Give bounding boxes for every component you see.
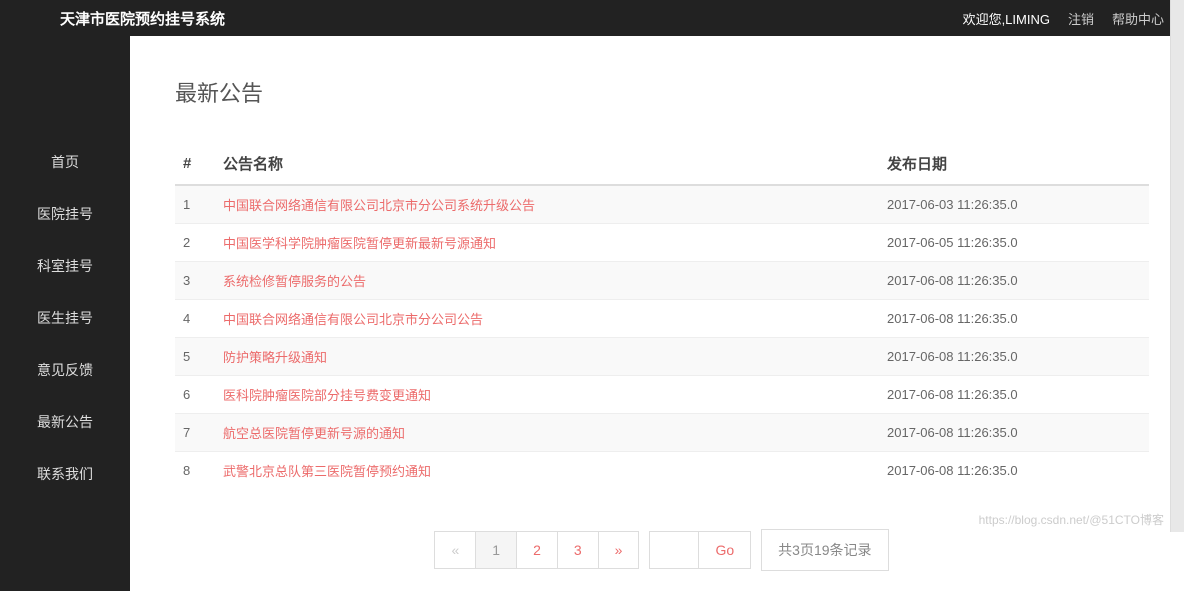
table-row: 1 中国联合网络通信有限公司北京市分公司系统升级公告 2017-06-03 11:2… xyxy=(175,185,1149,224)
announcement-link[interactable]: 航空总医院暂停更新号源的通知 xyxy=(223,426,405,441)
cell-name: 中国联合网络通信有限公司北京市分公司公告 xyxy=(215,300,879,338)
page-1[interactable]: 1 xyxy=(475,531,517,569)
table-row: 3 系统检修暂停服务的公告 2017-06-08 11:26:35.0 xyxy=(175,262,1149,300)
sidebar-item-department[interactable]: 科室挂号 xyxy=(0,240,130,292)
cell-date: 2017-06-08 11:26:35.0 xyxy=(879,452,1149,490)
sidebar-item-feedback[interactable]: 意见反馈 xyxy=(0,344,130,396)
help-link[interactable]: 帮助中心 xyxy=(1112,9,1164,28)
cell-date: 2017-06-08 11:26:35.0 xyxy=(879,376,1149,414)
logout-link[interactable]: 注销 xyxy=(1068,9,1094,28)
sidebar-item-announcement[interactable]: 最新公告 xyxy=(0,396,130,448)
cell-date: 2017-06-08 11:26:35.0 xyxy=(879,300,1149,338)
announcement-link[interactable]: 系统检修暂停服务的公告 xyxy=(223,274,366,289)
announcement-link[interactable]: 中国医学科学院肿瘤医院暂停更新最新号源通知 xyxy=(223,236,496,251)
cell-idx: 6 xyxy=(175,376,215,414)
header: 天津市医院预约挂号系统 欢迎您,LIMING 注销 帮助中心 xyxy=(0,0,1184,36)
cell-idx: 4 xyxy=(175,300,215,338)
sidebar-item-home[interactable]: 首页 xyxy=(0,136,130,188)
sidebar-item-contact[interactable]: 联系我们 xyxy=(0,448,130,500)
cell-name: 航空总医院暂停更新号源的通知 xyxy=(215,414,879,452)
cell-date: 2017-06-08 11:26:35.0 xyxy=(879,338,1149,376)
col-header-name: 公告名称 xyxy=(215,143,879,185)
cell-idx: 3 xyxy=(175,262,215,300)
cell-name: 系统检修暂停服务的公告 xyxy=(215,262,879,300)
announcement-link[interactable]: 医科院肿瘤医院部分挂号费变更通知 xyxy=(223,388,431,403)
table-row: 4 中国联合网络通信有限公司北京市分公司公告 2017-06-08 11:26:35… xyxy=(175,300,1149,338)
cell-date: 2017-06-08 11:26:35.0 xyxy=(879,262,1149,300)
table-row: 6 医科院肿瘤医院部分挂号费变更通知 2017-06-08 11:26:35.0 xyxy=(175,376,1149,414)
cell-idx: 7 xyxy=(175,414,215,452)
sidebar-item-hospital[interactable]: 医院挂号 xyxy=(0,188,130,240)
pagination: « 1 2 3 » Go 共3页19条记录 xyxy=(175,529,1149,571)
cell-name: 中国联合网络通信有限公司北京市分公司系统升级公告 xyxy=(215,185,879,224)
announcement-table: # 公告名称 发布日期 1 中国联合网络通信有限公司北京市分公司系统升级公告 201… xyxy=(175,143,1149,489)
main-content: 最新公告 # 公告名称 发布日期 1 中国联合网络通信有限公司北京市分公司系统升级… xyxy=(130,36,1184,591)
cell-date: 2017-06-05 11:26:35.0 xyxy=(879,224,1149,262)
announcement-link[interactable]: 防护策略升级通知 xyxy=(223,350,327,365)
header-right: 欢迎您,LIMING 注销 帮助中心 xyxy=(963,9,1164,28)
table-row: 5 防护策略升级通知 2017-06-08 11:26:35.0 xyxy=(175,338,1149,376)
cell-date: 2017-06-08 11:26:35.0 xyxy=(879,414,1149,452)
cell-idx: 2 xyxy=(175,224,215,262)
cell-name: 中国医学科学院肿瘤医院暂停更新最新号源通知 xyxy=(215,224,879,262)
scrollbar-track[interactable] xyxy=(1170,0,1184,532)
page-title: 最新公告 xyxy=(175,76,1149,108)
cell-name: 医科院肿瘤医院部分挂号费变更通知 xyxy=(215,376,879,414)
welcome-text: 欢迎您,LIMING xyxy=(963,9,1050,28)
cell-idx: 1 xyxy=(175,185,215,224)
cell-date: 2017-06-03 11:26:35.0 xyxy=(879,185,1149,224)
sidebar: 首页 医院挂号 科室挂号 医生挂号 意见反馈 最新公告 联系我们 xyxy=(0,36,130,591)
announcement-link[interactable]: 中国联合网络通信有限公司北京市分公司公告 xyxy=(223,312,483,327)
col-header-date: 发布日期 xyxy=(879,143,1149,185)
table-row: 2 中国医学科学院肿瘤医院暂停更新最新号源通知 2017-06-05 11:26:3… xyxy=(175,224,1149,262)
announcement-link[interactable]: 中国联合网络通信有限公司北京市分公司系统升级公告 xyxy=(223,198,535,213)
page-go-button[interactable]: Go xyxy=(698,531,751,569)
cell-name: 防护策略升级通知 xyxy=(215,338,879,376)
page-input[interactable] xyxy=(649,531,699,569)
cell-idx: 8 xyxy=(175,452,215,490)
page-info: 共3页19条记录 xyxy=(761,529,888,571)
container: 首页 医院挂号 科室挂号 医生挂号 意见反馈 最新公告 联系我们 最新公告 # … xyxy=(0,36,1184,591)
cell-name: 武警北京总队第三医院暂停预约通知 xyxy=(215,452,879,490)
table-row: 8 武警北京总队第三医院暂停预约通知 2017-06-08 11:26:35.0 xyxy=(175,452,1149,490)
page-2[interactable]: 2 xyxy=(516,531,558,569)
announcement-link[interactable]: 武警北京总队第三医院暂停预约通知 xyxy=(223,464,431,479)
sidebar-item-doctor[interactable]: 医生挂号 xyxy=(0,292,130,344)
table-row: 7 航空总医院暂停更新号源的通知 2017-06-08 11:26:35.0 xyxy=(175,414,1149,452)
col-header-idx: # xyxy=(175,143,215,185)
page-next[interactable]: » xyxy=(598,531,640,569)
page-prev[interactable]: « xyxy=(434,531,476,569)
page-3[interactable]: 3 xyxy=(557,531,599,569)
cell-idx: 5 xyxy=(175,338,215,376)
app-title: 天津市医院预约挂号系统 xyxy=(60,8,225,29)
